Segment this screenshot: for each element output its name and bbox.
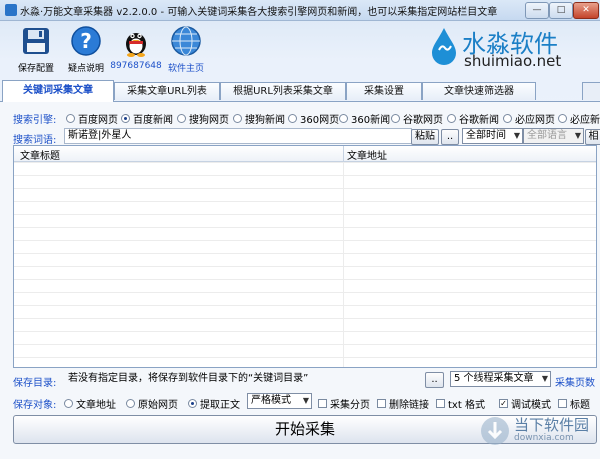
engine-option[interactable]: 必应网页 (503, 111, 555, 126)
keywords-browse-button[interactable]: .. (441, 129, 459, 145)
language-select[interactable]: 全部语言 ▼ (523, 128, 584, 144)
pages-label: 采集页数 (555, 378, 595, 389)
brand-url: shuimiao.net (464, 52, 562, 70)
maximize-button[interactable]: □ (549, 2, 573, 19)
tab-bar: 关键词采集文章 采集文章URL列表 根据URL列表采集文章 采集设置 文章快速筛… (0, 80, 600, 102)
table-body (14, 162, 596, 367)
option-checkbox[interactable]: ✓ 调试模式 (499, 396, 551, 411)
app-window: 水淼·万能文章采集器 v2.2.0.0 - 可输入关键词采集各大搜索引擎网页和新… (0, 0, 600, 459)
save-target-option[interactable]: 提取正文 (188, 396, 240, 411)
time-range-select[interactable]: 全部时间 ▼ (462, 128, 523, 144)
engine-option[interactable]: 必应新 (558, 111, 600, 126)
app-icon (5, 4, 17, 16)
engine-option[interactable]: 搜狗网页 (177, 111, 229, 126)
qq-penguin-icon (126, 33, 146, 57)
save-dir-label: 保存目录: (13, 378, 57, 389)
engine-option[interactable]: 谷歌网页 (391, 111, 443, 126)
engine-option[interactable]: 百度新闻 (121, 111, 173, 126)
search-engine-label: 搜索引擎: (13, 115, 57, 126)
engine-option[interactable]: 360网页 (288, 111, 339, 126)
engine-option[interactable]: 搜狗新闻 (233, 111, 285, 126)
tab-settings[interactable]: 采集设置 (346, 82, 422, 100)
minimize-button[interactable]: — (525, 2, 549, 19)
save-target-option[interactable]: 文章地址 (64, 396, 116, 411)
tab-scroll-button[interactable] (582, 82, 600, 100)
tab-filter[interactable]: 文章快速筛选器 (422, 82, 536, 100)
chevron-down-icon: ▼ (302, 396, 309, 405)
results-table[interactable]: 文章标题 文章地址 (13, 145, 597, 368)
option-checkbox[interactable]: 标题 (558, 396, 590, 411)
save-target-option[interactable]: 原始网页 (126, 396, 178, 411)
globe-icon (171, 26, 201, 56)
option-checkbox[interactable]: 采集分页 (318, 396, 370, 411)
water-drop-logo-icon (432, 28, 456, 65)
chevron-down-icon: ▼ (574, 131, 581, 140)
close-button[interactable]: ✕ (573, 2, 599, 19)
save-dir-browse-button[interactable]: .. (425, 372, 444, 388)
homepage-button[interactable]: 软件主页 (156, 25, 216, 74)
related-button[interactable]: 相 (585, 129, 600, 145)
watermark-name: 当下软件园 (514, 416, 590, 434)
engine-option[interactable]: 百度网页 (66, 111, 118, 126)
table-header: 文章标题 文章地址 (14, 146, 596, 162)
tab-collect-by-url[interactable]: 根据URL列表采集文章 (220, 82, 346, 100)
save-dir-field[interactable]: 若没有指定目录，将保存到软件目录下的“关键词目录” (64, 371, 425, 387)
tab-url-list[interactable]: 采集文章URL列表 (114, 82, 220, 100)
engine-option[interactable]: 谷歌新闻 (447, 111, 499, 126)
question-mark-icon: ? (71, 26, 101, 56)
tab-keyword-collect[interactable]: 关键词采集文章 (2, 80, 114, 102)
title-bar: 水淼·万能文章采集器 v2.2.0.0 - 可输入关键词采集各大搜索引擎网页和新… (0, 0, 600, 21)
watermark-url: downxia.com (514, 433, 574, 443)
window-title: 水淼·万能文章采集器 v2.2.0.0 - 可输入关键词采集各大搜索引擎网页和新… (20, 7, 498, 18)
mode-select[interactable]: 严格模式 ▼ (247, 393, 312, 409)
chevron-down-icon: ▼ (541, 374, 548, 383)
column-title[interactable]: 文章标题 (20, 147, 60, 162)
paste-button[interactable]: 粘贴 (411, 129, 439, 145)
save-target-label: 保存对象: (13, 400, 57, 411)
keywords-label: 搜索词语: (13, 135, 57, 146)
floppy-disk-icon (23, 28, 49, 54)
option-checkbox[interactable]: 删除链接 (377, 396, 429, 411)
engine-option[interactable]: 360新闻 (339, 111, 390, 126)
homepage-label: 软件主页 (167, 64, 204, 74)
thread-count-select[interactable]: 5 个线程采集文章 ▼ (450, 371, 551, 387)
svg-text:?: ? (80, 29, 92, 53)
keywords-input[interactable]: 斯诺登|外星人 (64, 128, 412, 144)
column-url[interactable]: 文章地址 (347, 147, 387, 162)
chevron-down-icon: ▼ (513, 131, 520, 140)
option-checkbox[interactable]: txt 格式 (436, 396, 485, 411)
